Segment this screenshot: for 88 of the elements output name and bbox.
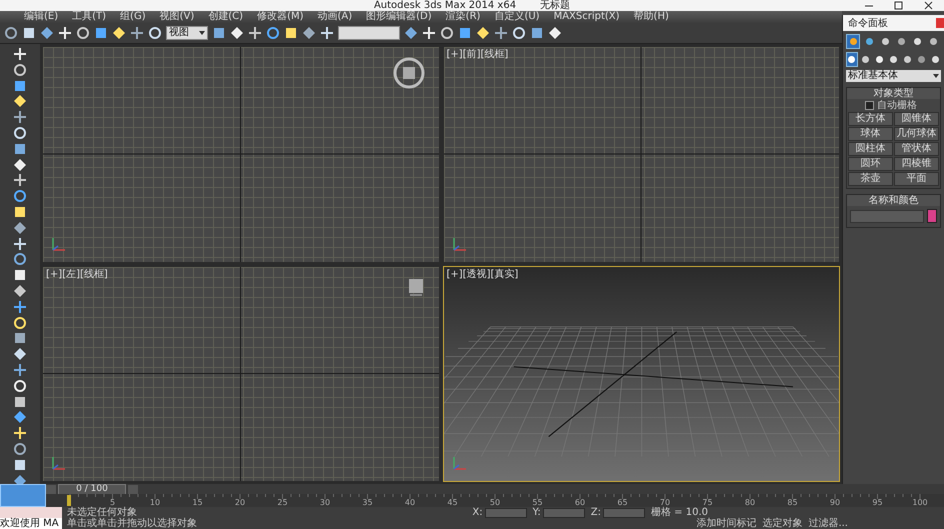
- viewport[interactable]: [+][前][线框]: [442, 46, 840, 262]
- viewcube-icon[interactable]: [392, 57, 424, 89]
- key-set-dropdown[interactable]: 选定对象: [762, 518, 802, 529]
- tool-icon[interactable]: [13, 126, 27, 140]
- panel-tab[interactable]: [846, 34, 860, 49]
- object-button[interactable]: 球体: [848, 127, 893, 141]
- key-filters-button[interactable]: 过滤器...: [808, 518, 848, 529]
- menu-item[interactable]: 组(G): [120, 11, 146, 23]
- viewport-label[interactable]: [+][前][线框]: [446, 49, 508, 60]
- object-button[interactable]: 长方体: [848, 112, 893, 126]
- object-button[interactable]: 茶壶: [848, 172, 893, 186]
- object-button[interactable]: 几何球体: [894, 127, 939, 141]
- listener-field[interactable]: [0, 507, 62, 518]
- axis-tripod-icon: [452, 455, 468, 471]
- menu-item[interactable]: 工具(T): [72, 11, 106, 23]
- axis-tripod-icon: [452, 236, 468, 252]
- document-title: 无标题: [540, 0, 570, 11]
- tool-icon[interactable]: [13, 189, 27, 204]
- tool-icon[interactable]: [13, 458, 27, 472]
- tool-icon[interactable]: [13, 236, 27, 251]
- tool-icon[interactable]: [13, 94, 27, 108]
- window-title: Autodesk 3ds Max 2014 x64: [374, 0, 516, 11]
- panel-title: 命令面板: [848, 16, 888, 30]
- coordinate-field[interactable]: [602, 508, 645, 518]
- menu-item[interactable]: 动画(A): [318, 11, 352, 23]
- tool-icon[interactable]: [13, 252, 27, 266]
- menu-item[interactable]: 编辑(E): [24, 11, 58, 23]
- grid-size-text: 栅格 = 10.0: [650, 507, 708, 518]
- tool-icon[interactable]: [13, 268, 27, 282]
- name-field[interactable]: [850, 210, 924, 222]
- tool-icon[interactable]: [13, 204, 27, 219]
- axis-tripod-icon: [51, 236, 67, 252]
- coordinate-dropdown[interactable]: 视图: [166, 26, 208, 40]
- subcategory-dropdown[interactable]: 标准基本体: [846, 70, 941, 82]
- tool-icon[interactable]: [13, 442, 27, 456]
- checkbox[interactable]: [865, 101, 874, 110]
- menu-item[interactable]: 自定义(U): [494, 11, 540, 23]
- tool-icon[interactable]: [13, 300, 27, 314]
- menu-item[interactable]: 修改器(M): [257, 11, 304, 23]
- time-tag-button[interactable]: 添加时间标记: [696, 518, 756, 529]
- tool-icon[interactable]: [13, 331, 27, 346]
- menu-item[interactable]: 创建(C): [208, 11, 244, 23]
- tool-icon[interactable]: [13, 284, 27, 298]
- tool-icon[interactable]: [13, 110, 27, 124]
- object-button[interactable]: 四棱锥: [894, 157, 939, 171]
- object-button[interactable]: 圆环: [848, 157, 893, 171]
- axis-tripod-icon: [51, 455, 67, 471]
- tool-icon[interactable]: [13, 142, 27, 156]
- tool-icon[interactable]: [13, 158, 27, 172]
- object-button[interactable]: 平面: [894, 172, 939, 186]
- track-bar-drawing[interactable]: 5 10 15 20 25 30 35 40 45 50 55 60 65 70 75 80 85 90 95 100: [46, 494, 944, 507]
- caret-icon: [199, 31, 205, 35]
- prompt-text: 单击或单击并拖动以选择对象: [67, 518, 197, 529]
- tool-icon[interactable]: [13, 362, 27, 377]
- menu-item[interactable]: 渲染(R): [446, 11, 480, 23]
- color-swatch[interactable]: [927, 209, 937, 223]
- viewport[interactable]: [+][透视][真实]: [442, 266, 840, 482]
- object-button[interactable]: 圆柱体: [848, 142, 893, 156]
- listener-text[interactable]: 欢迎使用 MA: [0, 518, 62, 529]
- viewport-label[interactable]: [+][左][线框]: [46, 268, 108, 280]
- checkbox-label: 自动栅格: [877, 100, 917, 111]
- menu-item[interactable]: 图形编辑器(D): [366, 11, 432, 23]
- tool-icon[interactable]: [13, 173, 27, 188]
- tool-icon[interactable]: [13, 62, 27, 77]
- rollout-header[interactable]: 名称和颜色: [847, 195, 940, 206]
- menu-item[interactable]: MAXScript(X): [554, 11, 620, 23]
- coordinate-field[interactable]: [484, 508, 527, 518]
- axis-label: X:: [472, 507, 483, 518]
- time-slider-thumb[interactable]: 0 / 100: [58, 484, 126, 494]
- object-button[interactable]: 圆锥体: [894, 112, 939, 126]
- selection-status: 未选定任何对象: [67, 507, 137, 518]
- axis-label: Z:: [590, 507, 601, 518]
- tool-icon[interactable]: [13, 347, 27, 362]
- object-button[interactable]: 管状体: [894, 142, 939, 156]
- caret-icon: [933, 74, 939, 78]
- tool-icon[interactable]: [13, 394, 27, 409]
- tool-icon[interactable]: [13, 220, 27, 235]
- viewcube-icon[interactable]: [406, 276, 424, 296]
- rollout-header[interactable]: 对象类型: [847, 88, 940, 99]
- menu-item[interactable]: 帮助(H): [634, 11, 669, 23]
- tool-icon[interactable]: [13, 410, 27, 424]
- viewport[interactable]: [+][左][线框]: [42, 266, 440, 482]
- menu-item[interactable]: 视图(V): [160, 11, 194, 23]
- axis-label: Y:: [532, 507, 541, 518]
- viewport-label[interactable]: [+][透视][真实]: [446, 268, 518, 280]
- coordinate-field[interactable]: [542, 508, 585, 518]
- category-button[interactable]: [846, 52, 858, 67]
- tool-icon[interactable]: [13, 78, 27, 93]
